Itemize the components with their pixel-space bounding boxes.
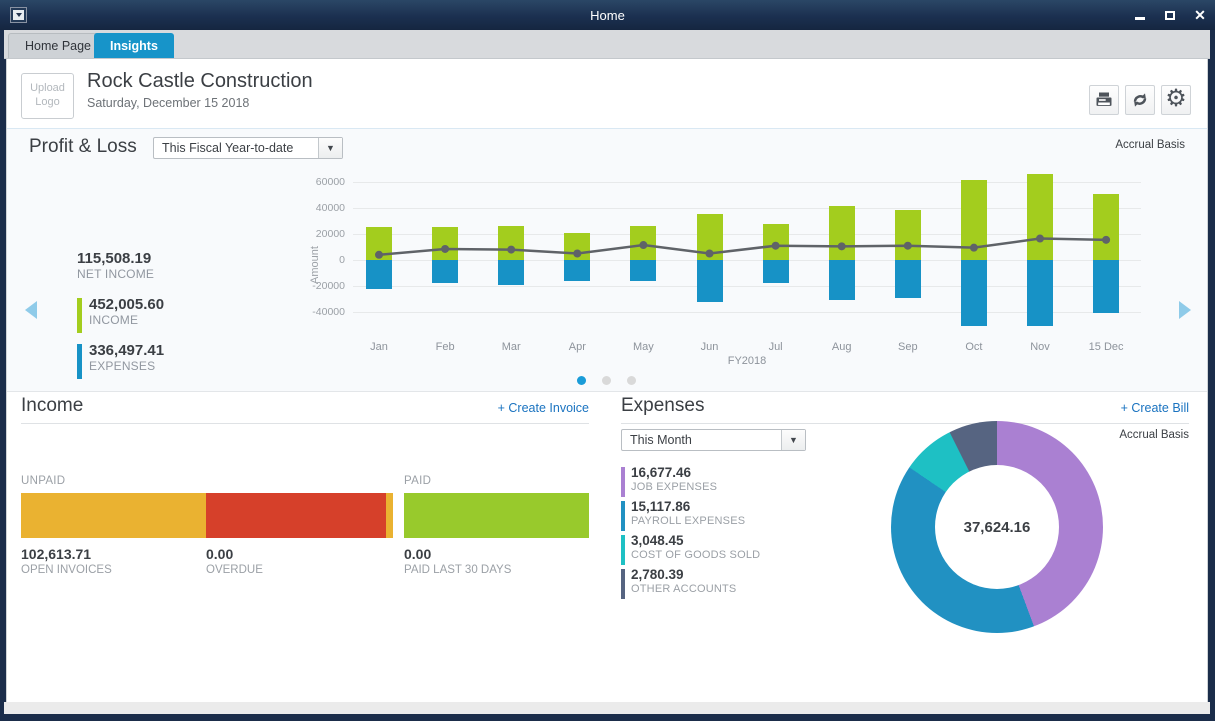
- summary-expenses: 336,497.41 EXPENSES: [89, 342, 164, 373]
- print-button[interactable]: [1089, 85, 1119, 115]
- pnl-period-dropdown[interactable]: This Fiscal Year-to-date ▼: [153, 137, 343, 159]
- settings-button[interactable]: ⚙: [1161, 85, 1191, 115]
- summary-net-income: 115,508.19 NET INCOME: [77, 250, 154, 281]
- donut-total: 37,624.16: [964, 519, 1031, 536]
- bar-segment: [206, 493, 386, 538]
- open-invoices-stat: 102,613.71 OPEN INVOICES: [21, 546, 112, 576]
- paid-last-30-days-stat: 0.00 PAID LAST 30 DAYS: [404, 546, 511, 576]
- minimize-button[interactable]: [1133, 8, 1147, 22]
- carousel-dot-2[interactable]: [627, 376, 636, 385]
- net-income-line: [301, 169, 1147, 369]
- page-header: Upload Logo Rock Castle Construction Sat…: [7, 59, 1207, 128]
- refresh-icon: [1130, 90, 1150, 110]
- gear-icon: ⚙: [1165, 87, 1187, 111]
- bottom-sections: Income + Create Invoice UNPAID PAID 102,…: [7, 393, 1207, 703]
- window-title: Home: [0, 8, 1215, 23]
- paid-label: PAID: [404, 475, 431, 487]
- divider: [21, 423, 589, 424]
- bar-segment: [386, 493, 393, 538]
- divider: [621, 423, 1189, 424]
- create-bill-link[interactable]: + Create Bill: [1121, 401, 1189, 415]
- chevron-down-icon: ▼: [781, 430, 805, 450]
- unpaid-invoices-bar[interactable]: [21, 493, 393, 538]
- bar-segment: [404, 493, 589, 538]
- close-button[interactable]: ✕: [1193, 8, 1207, 22]
- insights-page: Upload Logo Rock Castle Construction Sat…: [6, 59, 1208, 703]
- legend-job-expenses: 16,677.46 JOB EXPENSES: [621, 465, 717, 493]
- expenses-accrual-basis: Accrual Basis: [1119, 429, 1189, 441]
- expenses-section: Expenses + Create Bill Accrual Basis Thi…: [621, 393, 1189, 703]
- create-invoice-link[interactable]: + Create Invoice: [498, 401, 589, 415]
- expenses-donut-chart[interactable]: 37,624.16: [891, 421, 1103, 633]
- carousel-dot-0[interactable]: [577, 376, 586, 385]
- income-color-tick: [77, 298, 82, 333]
- tab-bar: Home Page Insights: [4, 30, 1210, 59]
- upload-logo-button[interactable]: Upload Logo: [21, 73, 74, 119]
- expenses-period-dropdown[interactable]: This Month ▼: [621, 429, 806, 451]
- carousel-dots[interactable]: [577, 376, 636, 385]
- tab-insights[interactable]: Insights: [94, 33, 174, 58]
- prev-arrow-button[interactable]: [25, 301, 37, 319]
- app-window: Home ✕ Home Page Insights Upload Logo Ro…: [0, 0, 1215, 721]
- chevron-down-icon: ▼: [318, 138, 342, 158]
- income-section: Income + Create Invoice UNPAID PAID 102,…: [21, 393, 589, 703]
- profit-loss-panel: Profit & Loss This Fiscal Year-to-date ▼…: [7, 128, 1207, 392]
- printer-icon: [1094, 90, 1114, 110]
- overdue-stat: 0.00 OVERDUE: [206, 546, 263, 576]
- pnl-period-value: This Fiscal Year-to-date: [154, 138, 318, 158]
- expenses-title: Expenses: [621, 395, 704, 417]
- legend-payroll-expenses: 15,117.86 PAYROLL EXPENSES: [621, 499, 745, 527]
- pnl-accrual-basis: Accrual Basis: [1115, 139, 1185, 151]
- unpaid-label: UNPAID: [21, 475, 65, 487]
- legend-cost-of-goods-sold: 3,048.45 COST OF GOODS SOLD: [621, 533, 760, 561]
- next-arrow-button[interactable]: [1179, 301, 1191, 319]
- legend-color-tick: [621, 501, 625, 531]
- profit-loss-title: Profit & Loss: [29, 136, 137, 158]
- legend-color-tick: [621, 535, 625, 565]
- carousel-dot-1[interactable]: [602, 376, 611, 385]
- summary-income: 452,005.60 INCOME: [89, 296, 164, 327]
- legend-color-tick: [621, 467, 625, 497]
- title-bar: Home ✕: [0, 0, 1215, 30]
- bar-segment: [21, 493, 206, 538]
- status-bar: [4, 702, 1210, 714]
- expenses-period-value: This Month: [622, 430, 781, 450]
- income-title: Income: [21, 395, 83, 417]
- company-name: Rock Castle Construction: [87, 70, 313, 93]
- refresh-button[interactable]: [1125, 85, 1155, 115]
- tab-home-page[interactable]: Home Page: [8, 33, 108, 58]
- profit-loss-chart[interactable]: 6000040000200000-20000-40000AmountJanFeb…: [301, 169, 1147, 369]
- expenses-color-tick: [77, 344, 82, 379]
- paid-invoices-bar[interactable]: [404, 493, 589, 538]
- legend-color-tick: [621, 569, 625, 599]
- system-menu-icon[interactable]: [10, 7, 27, 23]
- legend-other-accounts: 2,780.39 OTHER ACCOUNTS: [621, 567, 736, 595]
- maximize-button[interactable]: [1163, 8, 1177, 22]
- header-date: Saturday, December 15 2018: [87, 96, 249, 110]
